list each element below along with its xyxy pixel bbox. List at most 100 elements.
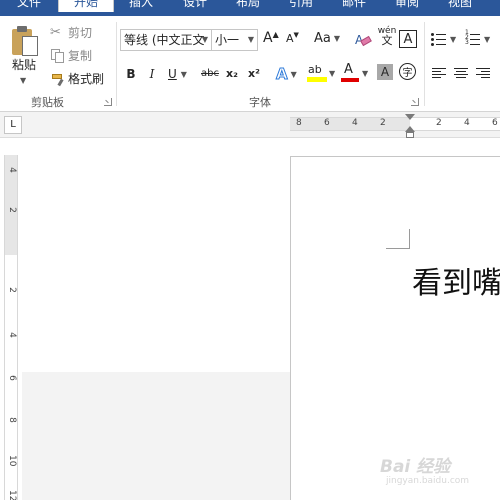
ruler-number: 8 (7, 417, 17, 423)
enclose-characters-button[interactable]: 字 (399, 63, 416, 80)
cut-button[interactable]: ✂ 剪切 (50, 24, 92, 41)
paste-label: 粘贴 (12, 58, 37, 72)
text-effects-button[interactable]: A ▼ (276, 64, 297, 84)
document-text[interactable]: 看到嘴 (412, 264, 500, 304)
phonetic-guide-button[interactable]: wén 文 (377, 26, 397, 50)
document-workspace-gray (22, 372, 290, 500)
group-separator (116, 22, 117, 106)
eraser-icon: A (354, 31, 372, 47)
highlight-button[interactable]: ab ▼ (307, 62, 335, 84)
margin-corner-mark (386, 229, 410, 249)
phonetic-bottom-label: 文 (381, 34, 393, 47)
grow-font-icon: A (263, 30, 273, 46)
italic-button[interactable]: I (145, 64, 159, 84)
ruler-number: 4 (352, 118, 358, 128)
tab-mailings[interactable]: 邮件 (339, 0, 369, 12)
character-border-label: A (403, 31, 413, 47)
font-name-select[interactable]: 等线 (中文正文 ▼ (120, 29, 212, 51)
chevron-down-icon: ▼ (247, 35, 254, 44)
change-case-label: Aa (314, 31, 331, 46)
tab-references[interactable]: 引用 (286, 0, 316, 12)
chevron-down-icon: ▼ (450, 34, 457, 44)
character-shading-label: A (380, 65, 390, 79)
superscript-button[interactable]: x² (245, 64, 263, 84)
ruler-number: 2 (7, 207, 17, 213)
chevron-down-icon: ▼ (201, 35, 208, 44)
tab-stop-selector[interactable]: L (4, 116, 22, 134)
chevron-down-icon: ▼ (180, 69, 187, 79)
vertical-ruler[interactable]: 4 2 2 4 6 8 10 12 (4, 155, 18, 500)
paste-icon (12, 26, 38, 56)
underline-button[interactable]: U ▼ (168, 64, 187, 84)
character-shading-button[interactable]: A (377, 64, 393, 80)
character-border-button[interactable]: A (399, 30, 417, 48)
first-line-indent-marker[interactable] (405, 114, 415, 120)
clear-formatting-button[interactable]: A (354, 31, 372, 47)
ruler-number: 4 (464, 118, 470, 128)
font-group-label: 字体 (249, 96, 271, 109)
ruler-number: 6 (324, 118, 330, 128)
ruler-number: 4 (7, 332, 17, 338)
chevron-down-icon: ▼ (290, 69, 297, 79)
ruler-number: 6 (7, 375, 17, 381)
enclose-characters-label: 字 (402, 68, 413, 79)
align-left-button[interactable] (432, 68, 446, 79)
font-color-button[interactable]: A ▼ (341, 62, 368, 84)
bullet-list-icon (431, 32, 447, 46)
horizontal-ruler[interactable]: 8 6 4 2 2 4 6 (290, 117, 500, 131)
baidu-watermark: Bai 经验 jingyan.baidu.com (380, 452, 495, 492)
bold-button[interactable]: B (124, 64, 138, 84)
chevron-down-icon: ▼ (329, 68, 336, 78)
paste-dropdown-arrow[interactable]: ▼ (20, 76, 26, 85)
clipboard-group-label: 剪贴板 (31, 96, 64, 109)
text-effects-icon: A (276, 65, 289, 84)
subscript-button[interactable]: x₂ (223, 64, 241, 84)
ruler-number: 12 (7, 490, 17, 500)
font-size-select[interactable]: 小一 ▼ (211, 29, 258, 51)
document-page[interactable] (290, 156, 500, 500)
ruler-number: 2 (436, 118, 442, 128)
bullets-button[interactable]: ▼ (431, 32, 456, 46)
tab-design[interactable]: 设计 (180, 0, 210, 12)
font-size-value: 小一 (215, 33, 240, 47)
copy-button[interactable]: 复制 (50, 47, 92, 64)
align-right-button[interactable] (476, 68, 490, 79)
tab-review[interactable]: 审阅 (392, 0, 422, 12)
shrink-font-button[interactable]: A ▼ (286, 31, 299, 46)
font-color-icon: A (341, 63, 359, 83)
align-center-icon (454, 68, 468, 79)
tab-home[interactable]: 开始 (58, 0, 114, 12)
copy-label: 复制 (68, 49, 93, 63)
ruler-number: 2 (380, 118, 386, 128)
strikethrough-button[interactable]: abc (199, 64, 221, 84)
underline-label: U (168, 67, 177, 81)
highlighter-icon: ab (307, 63, 327, 83)
ribbon-home: 粘贴 ▼ ✂ 剪切 复制 格式刷 剪贴板 等线 (中文正文 ▼ 小一 ▼ A ▲ … (0, 16, 500, 112)
left-indent-marker[interactable] (405, 126, 415, 138)
change-case-button[interactable]: Aa ▼ (314, 31, 340, 46)
ribbon-tab-bar: 文件 开始 插入 设计 布局 引用 邮件 审阅 视图 (0, 0, 500, 16)
ruler-margin-zone (290, 118, 410, 130)
watermark-main-text: Bai 经验 (380, 457, 451, 477)
paintbrush-icon (50, 72, 66, 86)
font-launcher-icon[interactable] (411, 98, 419, 106)
group-separator (424, 22, 425, 106)
numbered-list-icon: 1 2 3 (465, 30, 481, 46)
clipboard-launcher-icon[interactable] (104, 98, 112, 106)
tab-insert[interactable]: 插入 (126, 0, 156, 12)
format-painter-button[interactable]: 格式刷 (50, 70, 104, 87)
tab-layout[interactable]: 布局 (233, 0, 263, 12)
grow-font-button[interactable]: A ▲ (263, 30, 279, 47)
shrink-font-icon: A (286, 32, 294, 45)
scissors-icon: ✂ (50, 24, 61, 40)
ruler-number: 4 (7, 167, 17, 173)
chevron-down-icon: ▼ (484, 34, 491, 44)
align-center-button[interactable] (454, 68, 468, 79)
tab-file[interactable]: 文件 (0, 0, 58, 12)
tab-view[interactable]: 视图 (445, 0, 475, 12)
numbering-button[interactable]: 1 2 3 ▼ (465, 30, 491, 46)
cut-label: 剪切 (68, 26, 93, 40)
ruler-number: 2 (7, 287, 17, 293)
copy-icon (50, 48, 66, 63)
ruler-number: 10 (7, 455, 17, 467)
